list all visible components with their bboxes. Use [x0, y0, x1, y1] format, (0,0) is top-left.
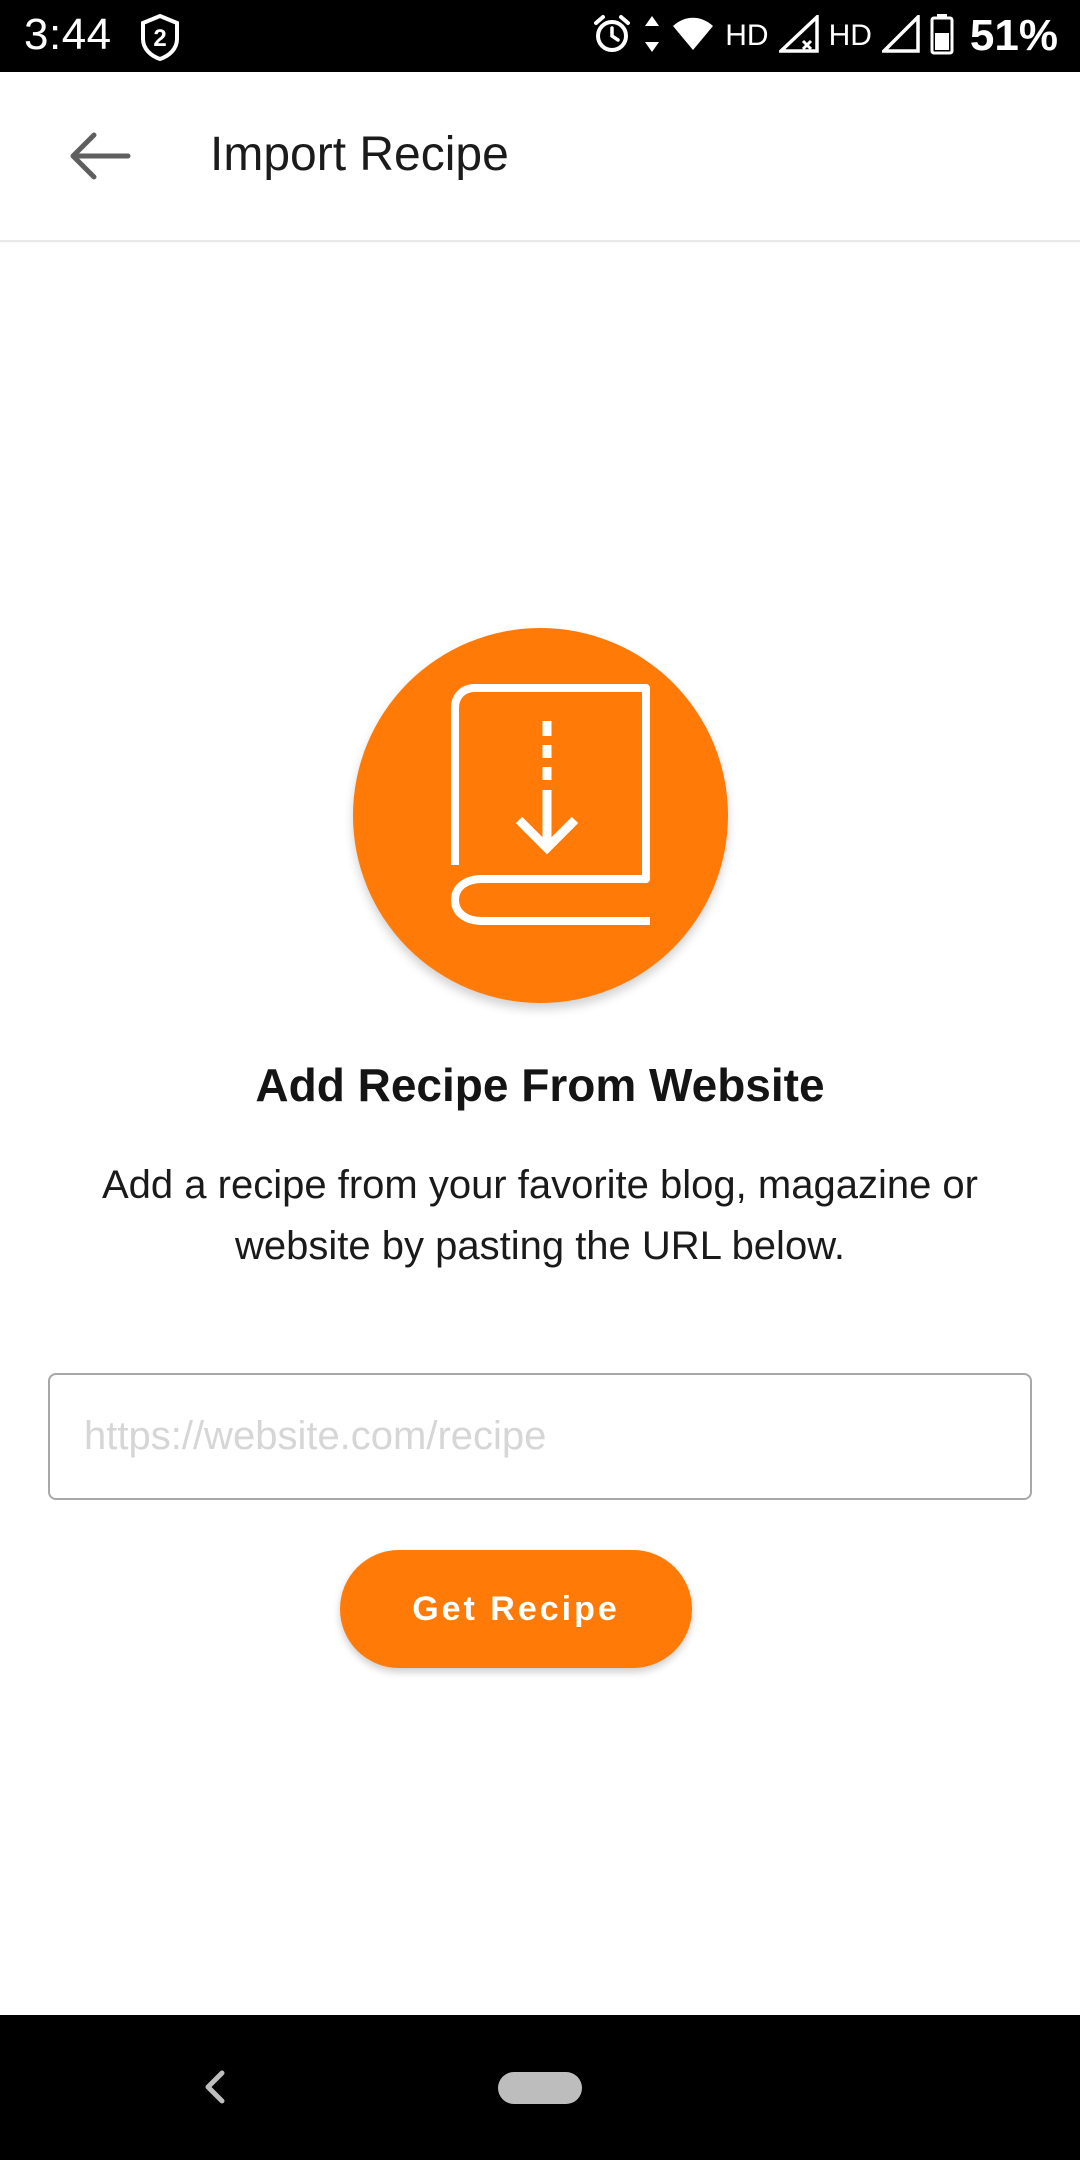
import-recipe-screen: 3:44 2 HD HD 51% Import Recipe Add Recip… [0, 0, 1080, 2160]
hero-circle [353, 628, 728, 1003]
cell-signal-no-data-icon [776, 12, 819, 58]
arrow-left-icon [70, 132, 131, 180]
data-transfer-icon [643, 14, 661, 59]
network-label-secondary: HD [828, 19, 872, 52]
page-title: Import Recipe [210, 128, 509, 181]
notification-badge-count: 2 [153, 25, 166, 52]
wifi-icon [671, 16, 715, 57]
battery-percent: 51% [969, 11, 1058, 60]
alarm-icon [591, 13, 633, 60]
cell-signal-icon [879, 12, 920, 58]
chevron-left-icon [205, 2070, 225, 2104]
app-bar: Import Recipe [0, 72, 1080, 242]
status-time: 3:44 [24, 10, 112, 59]
recipe-url-input[interactable] [48, 1373, 1032, 1500]
battery-icon [930, 13, 954, 60]
nav-home-pill[interactable] [498, 2072, 582, 2104]
back-button[interactable] [60, 116, 140, 196]
status-bar: 3:44 2 HD HD 51% [0, 0, 1080, 72]
book-download-icon [451, 684, 650, 925]
section-title: Add Recipe From Website [255, 1059, 825, 1111]
section-description: Add a recipe from your favorite blog, ma… [102, 1163, 978, 1268]
notification-badge-icon: 2 [138, 13, 182, 62]
system-nav-bar [0, 2015, 1080, 2160]
status-icons: HD HD 51% [591, 0, 1058, 72]
nav-back-button[interactable] [185, 2057, 245, 2117]
network-label-primary: HD [725, 19, 769, 52]
get-recipe-button[interactable]: Get Recipe [340, 1550, 692, 1668]
